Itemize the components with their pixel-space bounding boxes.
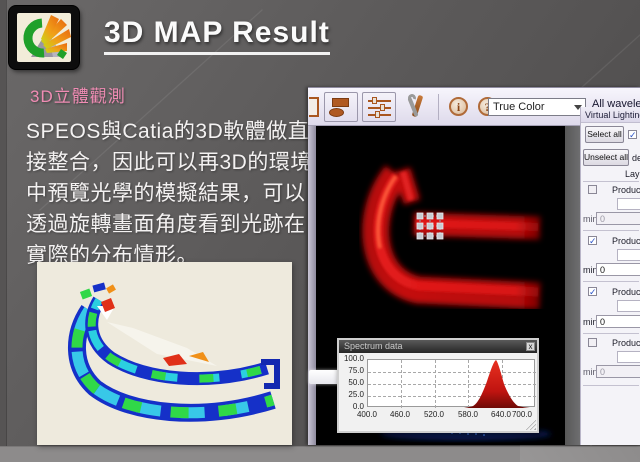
product-field[interactable] xyxy=(617,249,640,261)
product-label: Produc xyxy=(612,236,640,246)
speos-logo-art xyxy=(17,13,71,62)
resize-grip[interactable] xyxy=(526,420,536,430)
plot-area xyxy=(367,359,535,407)
x-tick-label: 700.0 xyxy=(505,410,539,419)
unselect-all-button[interactable]: Unselect all xyxy=(583,149,629,166)
y-tick-label: 25.0 xyxy=(339,390,364,399)
min-input[interactable]: 0 xyxy=(596,365,640,378)
product-checkbox[interactable] xyxy=(588,185,597,194)
product-label: Produc xyxy=(612,338,640,348)
tools-icon[interactable] xyxy=(404,93,430,121)
toolbar-separator xyxy=(438,94,439,120)
spectrum-data-window: Spectrum data x 100.0 75.0 50.0 25.0 0.0 xyxy=(337,338,539,433)
y-tick-label: 100.0 xyxy=(339,354,364,363)
x-tick-label: 580.0 xyxy=(451,410,485,419)
viewport-left-scrollbar[interactable] xyxy=(308,126,316,445)
shapes-icon xyxy=(329,108,344,117)
display-settings-button[interactable] xyxy=(362,92,396,122)
subtitle-label: 3D立體觀測 xyxy=(30,82,126,107)
spectrum-chart: 100.0 75.0 50.0 25.0 0.0 xyxy=(339,353,537,431)
min-input[interactable]: 0 xyxy=(596,315,640,328)
page-title: 3D MAP Result xyxy=(104,16,524,50)
select-all-button[interactable]: Select all xyxy=(585,126,624,143)
speos-logo-icon xyxy=(9,6,79,69)
spectrum-window-title: Spectrum data xyxy=(344,341,403,351)
speos-app-screenshot: i ? True Color All wavelength xyxy=(308,87,640,445)
simulation-false-color-image xyxy=(37,262,292,445)
x-tick-label: 460.0 xyxy=(383,410,417,419)
y-tick-label: 75.0 xyxy=(339,366,364,375)
min-input[interactable]: 0 xyxy=(596,263,640,276)
x-tick-label: 520.0 xyxy=(417,410,451,419)
close-icon[interactable]: x xyxy=(526,342,535,351)
shapes-button[interactable] xyxy=(324,92,358,122)
shapes-icon xyxy=(332,98,349,107)
partial-icon[interactable] xyxy=(309,97,319,117)
product-field[interactable] xyxy=(617,351,640,363)
layer-label: Lay xyxy=(625,169,640,179)
y-tick-label: 50.0 xyxy=(339,378,364,387)
product-checkbox[interactable]: ✓ xyxy=(588,287,597,296)
body-text: SPEOS與Catia的3D軟體做直接整合，因此可以再3D的環境中預覽光學的模擬… xyxy=(26,116,318,271)
product-checkbox[interactable] xyxy=(588,338,597,347)
product-label: Produc xyxy=(612,287,640,297)
presentation-slide: 3D MAP Result 3D立體觀測 SPEOS與Catia的3D軟體做直接… xyxy=(0,0,640,462)
min-input[interactable]: 0 xyxy=(596,212,640,225)
x-tick-label: 400.0 xyxy=(350,410,384,419)
virtual-lighting-panel: Virtual Lighting Select all ✓ Unselect a… xyxy=(580,107,640,445)
product-label: Produc xyxy=(612,185,640,195)
default-label: de xyxy=(632,153,640,163)
slide-footer-band xyxy=(0,446,640,462)
spectrum-peak xyxy=(368,360,536,408)
model-render xyxy=(37,262,292,445)
info-icon[interactable]: i xyxy=(449,97,468,116)
color-mode-value: True Color xyxy=(493,101,545,113)
selection-handles xyxy=(417,213,443,239)
select-all-checkbox[interactable]: ✓ xyxy=(628,130,637,139)
product-field[interactable] xyxy=(617,198,640,210)
product-field[interactable] xyxy=(617,300,640,312)
color-mode-select[interactable]: True Color xyxy=(488,98,586,116)
panel-divider[interactable] xyxy=(565,126,580,445)
spectrum-window-titlebar[interactable]: Spectrum data x xyxy=(339,340,537,353)
panel-title: Virtual Lighting xyxy=(581,107,640,123)
product-checkbox[interactable]: ✓ xyxy=(588,236,597,245)
